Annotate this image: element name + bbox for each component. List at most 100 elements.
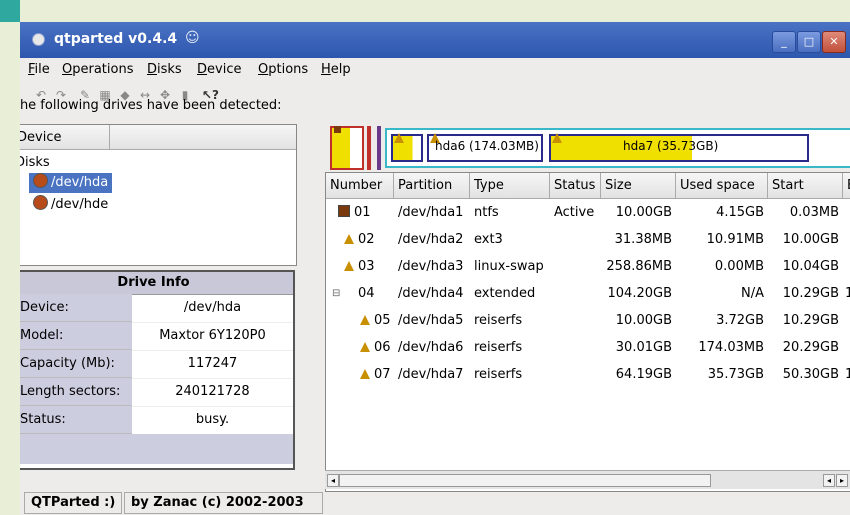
device-tree[interactable]: Device Disks /dev/hda /dev/hde [20,124,297,266]
cell-type: extended [474,286,536,301]
title-bar[interactable]: qtparted v0.4.4 ☺ _ □ ✕ [20,22,850,58]
device-tree-header: Device [20,125,296,150]
cell-start: 10.00GB [782,232,839,247]
drive-info-panel: Drive Info Device: /dev/hda Model: Maxto… [20,270,295,470]
partition-map[interactable]: hda6 (174.03MB) hda7 (35.73GB) [330,118,850,172]
collapse-icon[interactable]: ⊟ [332,288,340,299]
table-row[interactable]: 06 /dev/hda6 reiserfs 30.01GB 174.03MB 2… [326,334,850,361]
menu-disks[interactable]: Disks [147,62,182,77]
cell-partition: /dev/hda4 [398,286,464,301]
menu-device[interactable]: Device [197,62,241,77]
scroll-left-icon[interactable]: ◂ [823,474,835,487]
cell-number: 06 [360,334,391,361]
info-row-length-sectors: Length sectors: 240121728 [20,378,293,407]
reiserfs-icon [360,369,370,379]
app-icon[interactable] [32,33,45,46]
info-key: Length sectors: [20,378,132,406]
cell-type: reiserfs [474,313,523,328]
ntfs-icon [338,205,350,217]
map-hda5[interactable] [391,133,423,162]
map-hda3[interactable] [377,126,381,170]
table-row[interactable]: 01 /dev/hda1 ntfs Active 10.00GB 4.15GB … [326,199,850,226]
info-row-device: Device: /dev/hda [20,294,293,323]
device-column-header[interactable]: Device [20,130,61,145]
table-row[interactable]: 05 /dev/hda5 reiserfs 10.00GB 3.72GB 10.… [326,307,850,334]
cell-size: 10.00GB [615,205,672,220]
cell-used: 3.72GB [716,313,764,328]
scrollbar-thumb[interactable] [339,474,711,487]
table-row[interactable]: ⊟ 04 /dev/hda4 extended 104.20GB N/A 10.… [326,280,850,307]
scroll-right-icon[interactable]: ▸ [836,474,848,487]
col-end[interactable]: E [843,173,850,199]
status-credits: by Zanac (c) 2002-2003 [124,492,323,514]
scroll-left-icon[interactable]: ◂ [327,474,339,487]
cell-type: reiserfs [474,367,523,382]
cell-used: 10.91MB [706,232,764,247]
cell-partition: /dev/hda1 [398,205,464,220]
info-row-model: Model: Maxtor 6Y120P0 [20,322,293,351]
tree-root-disks[interactable]: Disks [20,155,50,170]
cell-used: 4.15GB [716,205,764,220]
map-hda7-label: hda7 (35.73GB) [623,139,719,153]
col-size[interactable]: Size [601,173,676,199]
partition-table[interactable]: Number Partition Type Status Size Used s… [325,172,850,492]
cell-number: 04 [358,286,375,301]
cell-type: ntfs [474,205,499,220]
map-hda2[interactable] [367,126,371,170]
map-hda4-extended[interactable]: hda6 (174.03MB) hda7 (35.73GB) [385,128,850,168]
menu-options[interactable]: Options [258,62,308,77]
maximize-button[interactable]: □ [797,31,821,53]
info-footer [20,434,293,464]
col-status[interactable]: Status [550,173,601,199]
minimize-button[interactable]: _ [772,31,796,53]
col-used-space[interactable]: Used space [676,173,768,199]
table-row[interactable]: 03 /dev/hda3 linux-swap 258.86MB 0.00MB … [326,253,850,280]
close-button[interactable]: ✕ [822,31,846,53]
menu-help[interactable]: Help [321,62,351,77]
disk-icon [33,173,48,188]
cell-partition: /dev/hda2 [398,232,464,247]
drive-item-hda[interactable]: /dev/hda [29,173,113,193]
menu-file[interactable]: File [28,62,50,77]
col-number[interactable]: Number [326,173,394,199]
reiserfs-icon [344,261,354,271]
map-hda6[interactable]: hda6 (174.03MB) [427,133,543,162]
drive-item-hde[interactable]: /dev/hde [29,195,112,215]
info-key: Model: [20,322,132,350]
table-row[interactable]: 02 /dev/hda2 ext3 31.38MB 10.91MB 10.00G… [326,226,850,253]
cell-status: Active [554,205,595,220]
info-row-status: Status: busy. [20,406,293,435]
disk-icon [33,195,48,210]
info-value: /dev/hda [132,294,293,323]
cell-number: 05 [360,307,391,334]
cell-start: 20.29GB [782,340,839,355]
cell-size: 64.19GB [615,367,672,382]
cell-partition: /dev/hda6 [398,340,464,355]
cell-end: 1 [845,280,850,307]
cell-end: 1 [845,361,850,388]
cell-used: N/A [741,286,764,301]
cell-number: 02 [344,226,375,253]
drives-detected-label: The following drives have been detected: [20,98,282,113]
col-partition[interactable]: Partition [394,173,470,199]
menu-operations[interactable]: Operations [62,62,133,77]
info-value: Maxtor 6Y120P0 [132,322,293,351]
cell-type: linux-swap [474,259,544,274]
col-start[interactable]: Start [768,173,843,199]
reiserfs-icon [360,315,370,325]
info-row-capacity: Capacity (Mb): 117247 [20,350,293,379]
table-row[interactable]: 07 /dev/hda7 reiserfs 64.19GB 35.73GB 50… [326,361,850,388]
status-app-name: QTParted :) [24,492,123,514]
col-type[interactable]: Type [470,173,550,199]
map-hda1[interactable] [330,126,364,170]
cell-start: 10.29GB [782,286,839,301]
map-hda7[interactable]: hda7 (35.73GB) [549,133,809,162]
cell-size: 10.00GB [615,313,672,328]
cell-size: 31.38MB [614,232,672,247]
horizontal-scrollbar[interactable]: ◂ ◂ ▸ [325,470,850,489]
title-decor-icon: ☺ [185,30,200,46]
map-hda6-label: hda6 (174.03MB) [435,139,539,153]
cell-partition: /dev/hda5 [398,313,464,328]
cell-size: 30.01GB [615,340,672,355]
info-key: Capacity (Mb): [20,350,132,378]
